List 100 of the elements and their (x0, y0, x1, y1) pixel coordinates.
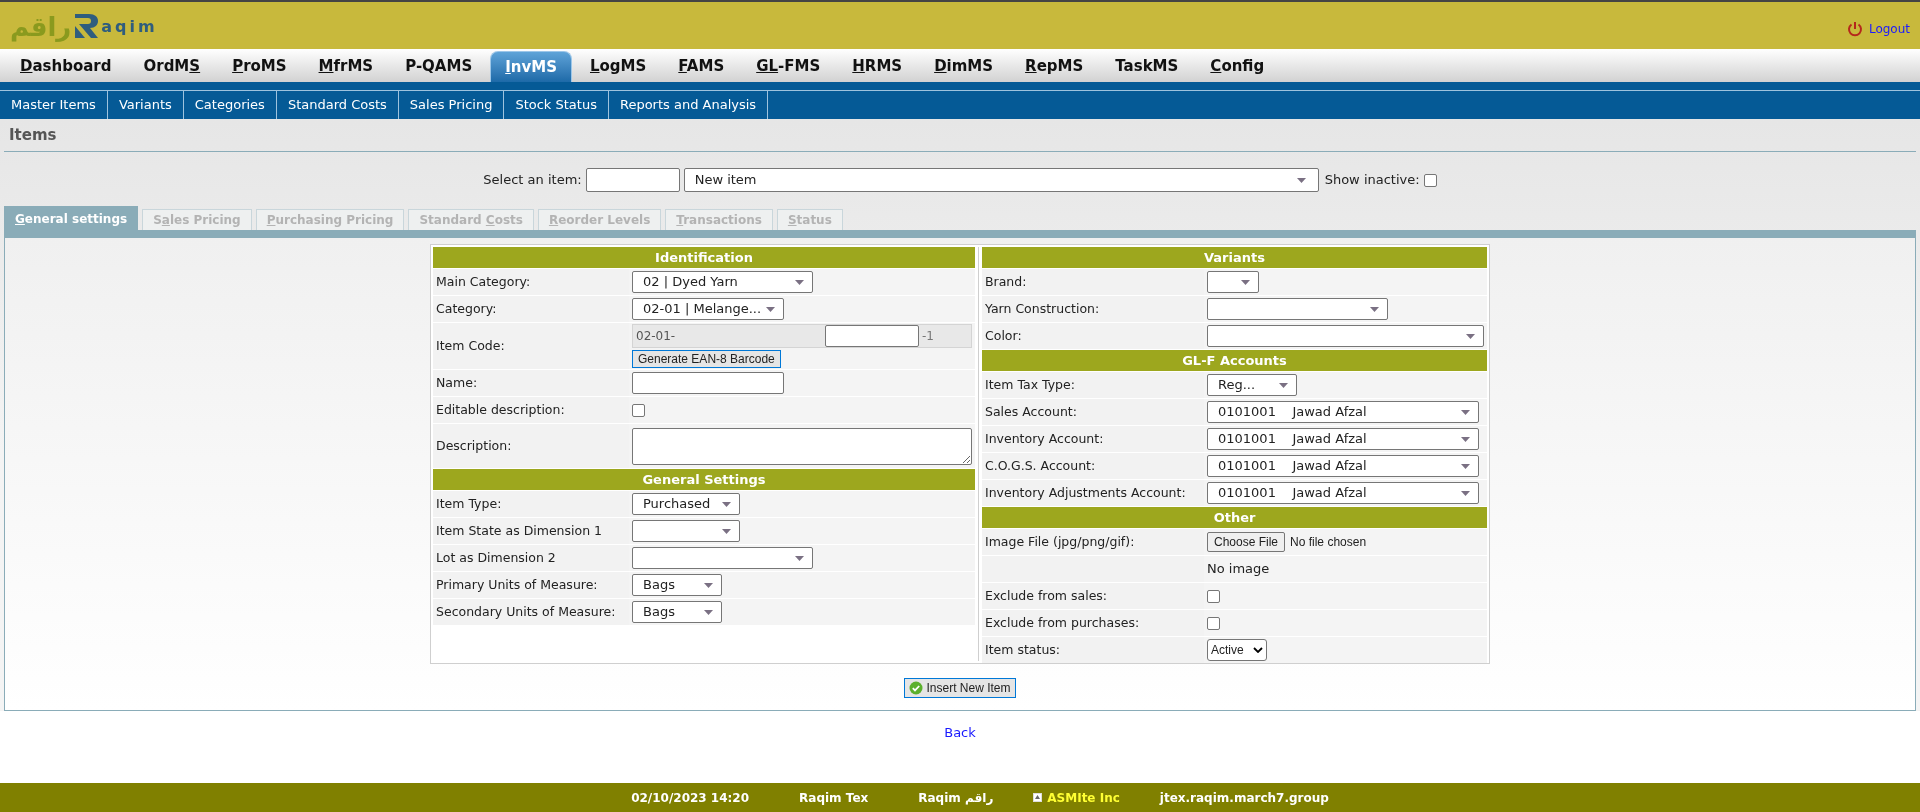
footer-brand: ASMIte Inc (1047, 789, 1120, 807)
checkbox[interactable] (1423, 173, 1437, 187)
show-inactive-label: Show inactive: (1324, 171, 1420, 190)
field-label: Item Type: (433, 491, 629, 517)
field-label: Exclude from purchases: (982, 610, 1204, 636)
generate-barcode-button[interactable]: Generate EAN-8 Barcode (632, 350, 781, 368)
field-label: Yarn Construction: (982, 296, 1204, 322)
checkbox[interactable] (1207, 589, 1220, 603)
field-label: Primary Units of Measure: (433, 572, 629, 598)
dropdown[interactable]: 0101001 Jawad Afzal (1207, 401, 1479, 423)
field-label: Inventory Adjustments Account: (982, 480, 1204, 506)
section-header: GL-F Accounts (982, 350, 1487, 371)
module-tab[interactable]: MfrMS (304, 51, 388, 82)
caret-icon (1461, 436, 1470, 442)
dropdown[interactable] (1207, 298, 1388, 320)
module-tab[interactable]: FAMS (664, 51, 739, 82)
field-label: Brand: (982, 269, 1204, 295)
section-header: Other (982, 507, 1487, 528)
footer-text: Raqim Tex (799, 789, 869, 807)
chevron-icon (1253, 647, 1263, 653)
dropdown[interactable]: 02 | Dyed Yarn (632, 271, 813, 293)
field-label: Color: (982, 323, 1204, 349)
code-suffix: -1 (921, 328, 934, 345)
caret-icon (722, 501, 731, 507)
section-header: General Settings (433, 469, 975, 490)
module-tab[interactable]: OrdMS (129, 51, 215, 82)
caret-icon (766, 306, 775, 312)
field-label: Item Tax Type: (982, 372, 1204, 398)
field-label: Description: (433, 424, 629, 468)
caret-icon (1370, 306, 1379, 312)
module-tab[interactable]: LogMS (576, 51, 661, 82)
logout-link[interactable]: Logout (1868, 19, 1910, 38)
checkbox[interactable] (1207, 616, 1220, 630)
page-title: Items (9, 124, 57, 146)
dropdown[interactable]: Bags (632, 601, 722, 623)
logo-mark-icon (73, 11, 100, 40)
caret-icon (1241, 279, 1250, 285)
field-label: Main Category: (433, 269, 629, 295)
field-label: Item status: (982, 637, 1204, 663)
caret-icon (1466, 333, 1475, 339)
dropdown[interactable]: Reg... (1207, 374, 1297, 396)
dropdown[interactable] (632, 520, 740, 542)
module-tab[interactable]: DimMS (920, 51, 1008, 82)
dropdown[interactable]: 0101001 Jawad Afzal (1207, 428, 1479, 450)
module-tab[interactable]: GL-FMS (742, 51, 835, 82)
module-tab[interactable]: ProMS (218, 51, 301, 82)
module-tab[interactable]: HRMS (838, 51, 917, 82)
item-search-field[interactable] (585, 168, 680, 192)
module-tab[interactable]: InvMS (490, 51, 572, 82)
footer-text: Raqim راقم (918, 789, 994, 807)
module-tab[interactable]: RepMS (1011, 51, 1098, 82)
status-select[interactable]: Active (1207, 639, 1267, 661)
caret-icon (1461, 463, 1470, 469)
field-label: Exclude from sales: (982, 583, 1204, 609)
field-label: Lot as Dimension 2 (433, 545, 629, 571)
caret-icon (704, 582, 713, 588)
field-label: Item Code: (433, 323, 629, 369)
module-tab[interactable]: P-QAMS (391, 51, 487, 82)
check-circle-icon (909, 681, 924, 695)
input-field[interactable] (632, 372, 784, 394)
code-prefix: 02-01- (635, 328, 677, 345)
small-logo-icon (1033, 793, 1043, 802)
item-dropdown[interactable]: New item (683, 168, 1319, 192)
field-label: Name: (433, 370, 629, 396)
power-icon (1846, 20, 1863, 37)
field-label: Sales Account: (982, 399, 1204, 425)
dropdown[interactable] (1207, 271, 1259, 293)
caret-icon (1461, 490, 1470, 496)
footer-text: 02/10/2023 14:20 (631, 789, 750, 807)
select-item-label: Select an item: (483, 171, 582, 190)
dropdown[interactable]: Bags (632, 574, 722, 596)
field-label: Item State as Dimension 1 (433, 518, 629, 544)
caret-icon (1279, 382, 1288, 388)
dropdown[interactable]: 0101001 Jawad Afzal (1207, 455, 1479, 477)
field-label: Inventory Account: (982, 426, 1204, 452)
input-field[interactable] (825, 325, 919, 347)
dropdown[interactable] (632, 547, 813, 569)
choose-file-button[interactable]: Choose File (1207, 532, 1286, 552)
dropdown[interactable]: 02-01 | Melange... (632, 298, 784, 320)
dropdown[interactable]: Purchased (632, 493, 740, 515)
caret-icon (795, 279, 804, 285)
image-note: No image (1207, 560, 1270, 579)
checkbox[interactable] (632, 403, 645, 417)
module-tab[interactable]: Config (1196, 51, 1279, 82)
module-tab[interactable]: Dashboard (6, 51, 126, 82)
caret-icon (1296, 177, 1306, 183)
field-label: Image File (jpg/png/gif): (982, 529, 1204, 555)
section-header: Variants (982, 247, 1487, 268)
field-label: Category: (433, 296, 629, 322)
insert-button[interactable]: Insert New Item (904, 678, 1016, 698)
section-header: Identification (433, 247, 975, 268)
dropdown[interactable]: 0101001 Jawad Afzal (1207, 482, 1479, 504)
caret-icon (704, 609, 713, 615)
module-tab[interactable]: TaskMS (1101, 51, 1193, 82)
logo-arabic-text: راقم (10, 13, 72, 40)
field-label: Secondary Units of Measure: (433, 599, 629, 625)
caret-icon (795, 555, 804, 561)
back-link[interactable]: Back (944, 723, 976, 741)
file-status: No file chosen (1290, 534, 1367, 551)
logo-text: aqim (101, 15, 158, 38)
